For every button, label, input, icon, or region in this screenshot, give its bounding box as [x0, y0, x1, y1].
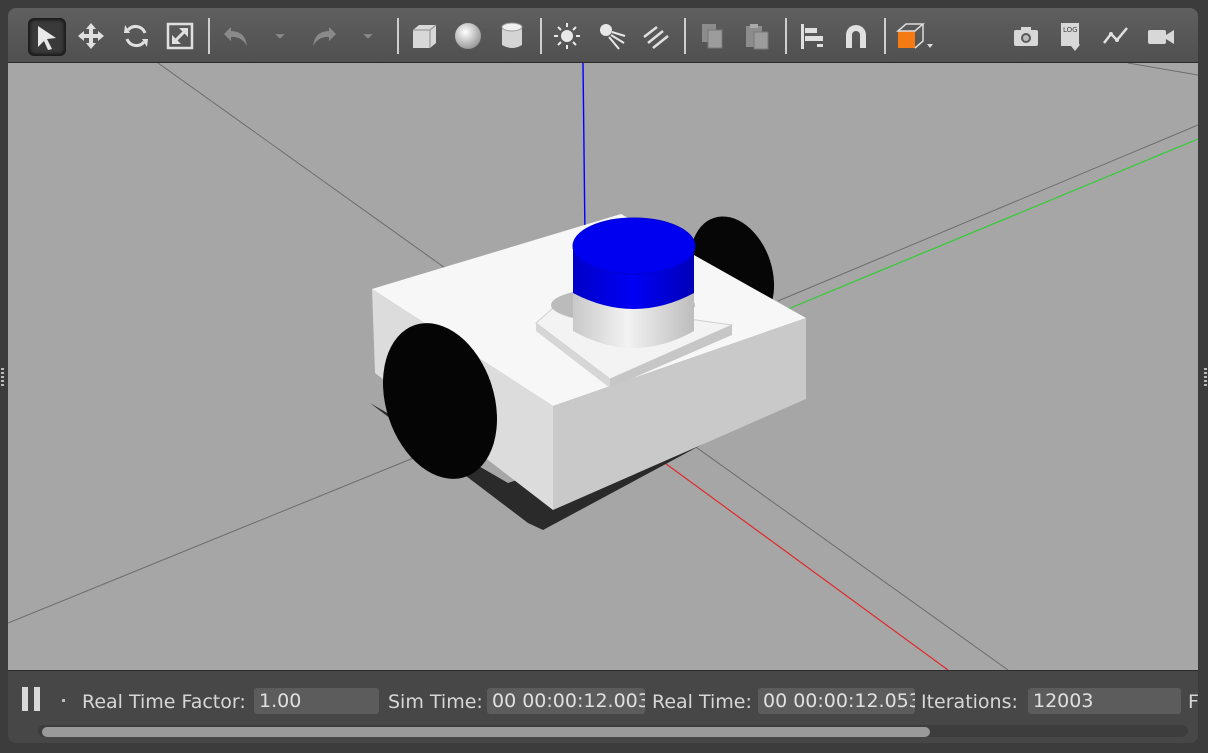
- translate-mode-button[interactable]: [73, 18, 109, 54]
- chevron-down-icon: [363, 34, 373, 39]
- directional-light-button[interactable]: [638, 18, 674, 54]
- cylinder-icon: [501, 22, 523, 48]
- main-toolbar: LOG: [8, 8, 1198, 63]
- redo-button[interactable]: [306, 18, 342, 54]
- log-button[interactable]: LOG: [1053, 18, 1089, 54]
- left-panel-grip[interactable]: [1, 368, 4, 386]
- chevron-down-icon: [275, 34, 285, 39]
- view-angle-button[interactable]: [892, 18, 940, 54]
- horizontal-scrollbar-thumb[interactable]: [42, 727, 930, 737]
- iterations-field: 12003: [1028, 688, 1181, 714]
- toolbar-separator: [540, 18, 542, 54]
- redo-dropdown[interactable]: [354, 18, 382, 54]
- grid-line: [8, 447, 439, 624]
- real-time-field: 00 00:00:12.053: [758, 688, 915, 714]
- screenshot-button[interactable]: [1008, 18, 1044, 54]
- step-indicator-dot: [62, 699, 65, 702]
- sim-time-label: Sim Time:: [388, 691, 483, 713]
- toolbar-separator: [785, 18, 787, 54]
- sim-time-field: 00 00:00:12.003: [487, 688, 645, 714]
- arrow-cursor-icon: [38, 26, 56, 50]
- pause-icon[interactable]: [22, 687, 44, 713]
- directional-light-icon: [643, 26, 669, 49]
- scene-viewport[interactable]: [8, 63, 1198, 670]
- gazebo-window: LOG Real Time Factor: 1.00 Sim Time: 00 …: [8, 8, 1198, 743]
- align-button[interactable]: [794, 18, 830, 54]
- x-axis-line: [657, 457, 949, 670]
- plot-button[interactable]: [1098, 18, 1134, 54]
- toolbar-separator: [208, 18, 210, 54]
- scene-render: [8, 63, 1198, 670]
- box-icon: [413, 24, 437, 48]
- undo-button[interactable]: [218, 18, 254, 54]
- toolbar-separator: [884, 18, 886, 54]
- select-mode-button[interactable]: [28, 18, 66, 56]
- copy-button[interactable]: [694, 18, 730, 54]
- cylinder-shape-button[interactable]: [494, 18, 530, 54]
- scale-icon: [166, 22, 194, 50]
- sphere-shape-button[interactable]: [450, 18, 486, 54]
- spot-light-button[interactable]: [594, 18, 630, 54]
- grid-line: [1127, 63, 1198, 76]
- paste-button[interactable]: [739, 18, 775, 54]
- video-camera-icon: [1148, 30, 1174, 44]
- video-record-button[interactable]: [1143, 18, 1179, 54]
- robot-model[interactable]: [364, 205, 806, 530]
- rotate-mode-button[interactable]: [118, 18, 154, 54]
- svg-text:LOG: LOG: [1063, 26, 1078, 34]
- rotate-icon: [124, 25, 148, 47]
- right-panel-grip[interactable]: [1204, 368, 1207, 386]
- real-time-factor-field: 1.00: [254, 688, 379, 714]
- view-angle-cube-icon: [896, 23, 933, 49]
- simulation-status-bar: Real Time Factor: 1.00 Sim Time: 00 00:0…: [8, 670, 1198, 743]
- real-time-factor-label: Real Time Factor:: [82, 691, 246, 713]
- truncated-label: F: [1188, 691, 1198, 713]
- real-time-label: Real Time:: [652, 691, 752, 713]
- y-axis-line: [787, 138, 1198, 310]
- align-icon: [801, 24, 823, 49]
- toolbar-separator: [397, 18, 399, 54]
- lidar-top-cap: [572, 217, 696, 275]
- copy-icon: [702, 24, 723, 49]
- spotlight-icon: [600, 24, 626, 50]
- log-icon: LOG: [1061, 23, 1080, 51]
- magnet-icon: [846, 25, 866, 48]
- redo-icon: [313, 27, 336, 46]
- undo-icon: [224, 27, 247, 46]
- undo-dropdown[interactable]: [266, 18, 294, 54]
- z-axis-line: [582, 63, 586, 239]
- sun-icon: [554, 23, 580, 49]
- point-light-button[interactable]: [549, 18, 585, 54]
- iterations-label: Iterations:: [921, 691, 1018, 713]
- box-shape-button[interactable]: [406, 18, 442, 54]
- scale-mode-button[interactable]: [162, 18, 198, 54]
- toolbar-separator: [684, 18, 686, 54]
- sphere-icon: [455, 23, 481, 49]
- move-arrows-icon: [78, 23, 104, 49]
- paste-icon: [746, 24, 769, 50]
- camera-icon: [1014, 27, 1038, 46]
- snap-button[interactable]: [838, 18, 874, 54]
- grid-line: [777, 124, 1198, 302]
- plot-icon: [1103, 27, 1128, 44]
